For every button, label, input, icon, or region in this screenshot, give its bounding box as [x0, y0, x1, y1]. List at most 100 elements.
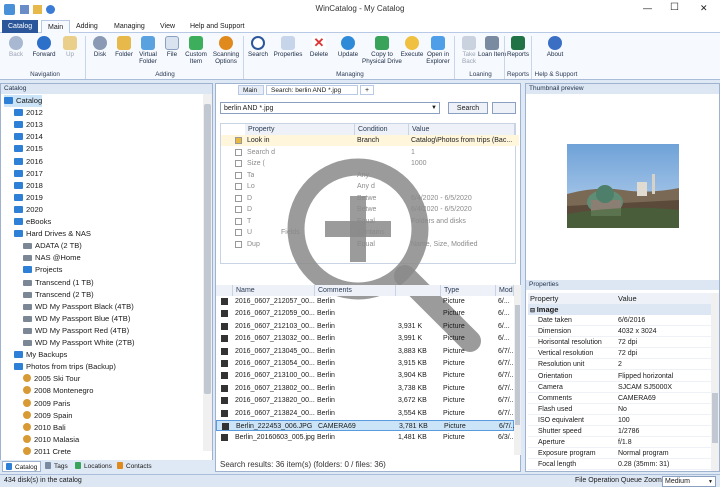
- tree-item[interactable]: 2009 Spain: [23, 410, 72, 422]
- criteria-checkbox[interactable]: [235, 160, 242, 167]
- tab-tags[interactable]: Tags: [42, 461, 71, 472]
- results-header-comments[interactable]: Comments: [315, 285, 396, 296]
- property-row[interactable]: ISO equivalent 100: [528, 415, 714, 426]
- tab-catalog[interactable]: Catalog: [2, 20, 39, 33]
- tree-item[interactable]: Transcend (1 TB): [23, 277, 94, 289]
- property-row[interactable]: Comments CAMERA69: [528, 393, 714, 404]
- tab-adding[interactable]: Adding: [70, 20, 104, 33]
- tree-item[interactable]: 2017: [14, 168, 43, 180]
- properties-button[interactable]: Properties: [272, 35, 304, 58]
- table-row[interactable]: 2016_0607_213054_00... Berlin 3,915 KB Pict…: [216, 358, 514, 369]
- criteria-checkbox[interactable]: [235, 183, 242, 190]
- tab-main[interactable]: Main: [41, 20, 71, 33]
- tab-managing[interactable]: Managing: [108, 20, 151, 33]
- tree-item[interactable]: My Backups: [14, 349, 67, 361]
- criteria-checkbox[interactable]: [235, 206, 242, 213]
- table-row[interactable]: Berlin_20160603_005.jpg Berlin 1,481 KB Pic…: [216, 432, 514, 443]
- table-row[interactable]: 2016_0607_213100_00... Berlin 3,904 KB Pict…: [216, 370, 514, 381]
- tree-item[interactable]: WD My Passport White (2TB): [23, 337, 135, 349]
- tree-item[interactable]: 2014: [14, 131, 43, 143]
- tree-item[interactable]: 2012: [14, 107, 43, 119]
- properties-scrollbar[interactable]: [711, 293, 719, 471]
- criteria-checkbox[interactable]: [235, 217, 242, 225]
- tree-item[interactable]: 2009 Paris: [23, 398, 70, 410]
- tree-item[interactable]: 2013: [14, 119, 43, 131]
- tree-item[interactable]: 2011 Crete: [23, 446, 71, 458]
- criteria-checkbox[interactable]: [235, 137, 242, 144]
- tree-item[interactable]: ADATA (2 TB): [23, 240, 82, 252]
- zoom-select[interactable]: Medium ▼: [662, 476, 716, 487]
- loan-item-button[interactable]: Loan Item: [478, 35, 506, 58]
- tree-item[interactable]: Photos from trips (Backup): [14, 361, 116, 373]
- tree-item[interactable]: WD My Passport Blue (4TB): [23, 313, 130, 325]
- file-operation-queue-button[interactable]: File Operation Queue: [575, 477, 642, 484]
- tree-item[interactable]: 2015: [14, 143, 43, 155]
- tree-item[interactable]: 2018: [14, 180, 43, 192]
- tab-help-and-support[interactable]: Help and Support: [184, 20, 250, 33]
- tree-item[interactable]: 2020: [14, 204, 43, 216]
- tree-item[interactable]: 2010 Malasia: [23, 434, 79, 446]
- tree-scrollbar[interactable]: [203, 94, 212, 451]
- table-row[interactable]: 2016_0607_212059_00... Berlin Picture 6/...: [216, 308, 514, 319]
- tab-view[interactable]: View: [154, 20, 181, 33]
- maximize-button[interactable]: ☐: [670, 2, 679, 13]
- tree-item[interactable]: WD My Passport Red (4TB): [23, 325, 129, 337]
- query-dropdown-icon[interactable]: ▼: [431, 103, 437, 114]
- table-row[interactable]: 2016_0607_212103_00... Berlin 3,931 K Pictu…: [216, 321, 514, 332]
- property-row[interactable]: Resolution unit 2: [528, 359, 714, 371]
- results-header-modified[interactable]: Mod: [496, 285, 514, 296]
- criteria-checkbox[interactable]: [235, 194, 242, 202]
- tree-item[interactable]: 2016: [14, 156, 43, 168]
- execute-button[interactable]: Execute: [398, 35, 426, 58]
- up-button[interactable]: Up: [56, 35, 84, 58]
- table-row[interactable]: Berlin_222453_006.JPG CAMERA69 3,781 KB Pic…: [216, 420, 515, 431]
- tab-contacts[interactable]: Contacts: [114, 461, 155, 472]
- results-scrollbar[interactable]: [514, 285, 521, 455]
- tree-item[interactable]: Catalog: [4, 95, 43, 107]
- property-row[interactable]: Focal length 0.28 (35mm: 31): [528, 459, 714, 471]
- results-header-name[interactable]: Name: [233, 285, 315, 296]
- criteria-checkbox[interactable]: [235, 171, 242, 179]
- new-tab-button[interactable]: +: [360, 85, 374, 95]
- table-row[interactable]: 2016_0607_213045_00... Berlin 3,883 KB Pict…: [216, 346, 514, 357]
- tree-item[interactable]: Hard Drives & NAS: [14, 228, 91, 240]
- tree-item[interactable]: eBooks: [14, 216, 51, 228]
- criteria-checkbox[interactable]: [235, 240, 242, 248]
- copy-to-physical-drive-button[interactable]: Copy to Physical Drive: [362, 35, 402, 65]
- close-button[interactable]: ✕: [700, 3, 708, 14]
- search-go-button[interactable]: Search: [448, 102, 488, 114]
- property-row[interactable]: Vertical resolution 72 dpi: [528, 348, 714, 360]
- reports-button[interactable]: Reports: [504, 35, 532, 58]
- table-row[interactable]: 2016_0607_212057_00... Berlin Picture 6/...: [216, 296, 514, 307]
- tree-item[interactable]: 2005 Ski Tour: [23, 373, 80, 385]
- table-row[interactable]: 2016_0607_213802_00... Berlin 3,738 KB Pict…: [216, 383, 514, 394]
- add-custom-item-button[interactable]: Custom Item: [182, 35, 210, 65]
- tree-item[interactable]: WD My Passport Black (4TB): [23, 301, 134, 313]
- zoom-dropdown-icon[interactable]: ▼: [708, 477, 713, 487]
- tree-item[interactable]: Transcend (2 TB): [23, 289, 94, 301]
- search-query-input[interactable]: berlin AND *.jpg: [224, 103, 273, 114]
- update-button[interactable]: Update: [334, 35, 362, 58]
- search-query-combobox[interactable]: berlin AND *.jpg ▼: [220, 102, 440, 114]
- about-button[interactable]: About: [541, 35, 569, 58]
- results-header-type[interactable]: Type: [441, 285, 496, 296]
- doc-tab-main[interactable]: Main: [238, 85, 264, 95]
- tab-catalog-tree[interactable]: Catalog: [2, 461, 42, 472]
- property-row[interactable]: Horisontal resolution 72 dpi: [528, 337, 714, 349]
- property-row[interactable]: Dimension 4032 x 3024: [528, 326, 714, 338]
- tree-item[interactable]: NAS @Home: [23, 252, 81, 264]
- table-row[interactable]: 2016_0607_213820_00... Berlin 3,672 KB Pict…: [216, 395, 514, 406]
- tree-item[interactable]: 2008 Montenegro: [23, 385, 94, 397]
- property-row[interactable]: Exposure program Normal program: [528, 448, 714, 460]
- property-row[interactable]: Orientation Flipped horizontal: [528, 371, 714, 382]
- back-button[interactable]: Back: [2, 35, 30, 58]
- scanning-options-button[interactable]: Scanning Options: [211, 35, 241, 65]
- property-row[interactable]: Flash used No: [528, 404, 714, 415]
- criteria-checkbox[interactable]: [235, 148, 242, 156]
- property-row[interactable]: Camera SJCAM SJ5000X: [528, 382, 714, 393]
- results-header-size[interactable]: [396, 285, 441, 296]
- property-row[interactable]: Date taken 6/6/2016: [528, 315, 714, 326]
- table-row[interactable]: 2016_0607_213032_00... Berlin 3,991 K Pictu…: [216, 333, 514, 344]
- tree-item[interactable]: 2019: [14, 192, 43, 204]
- tab-locations[interactable]: Locations: [72, 461, 115, 472]
